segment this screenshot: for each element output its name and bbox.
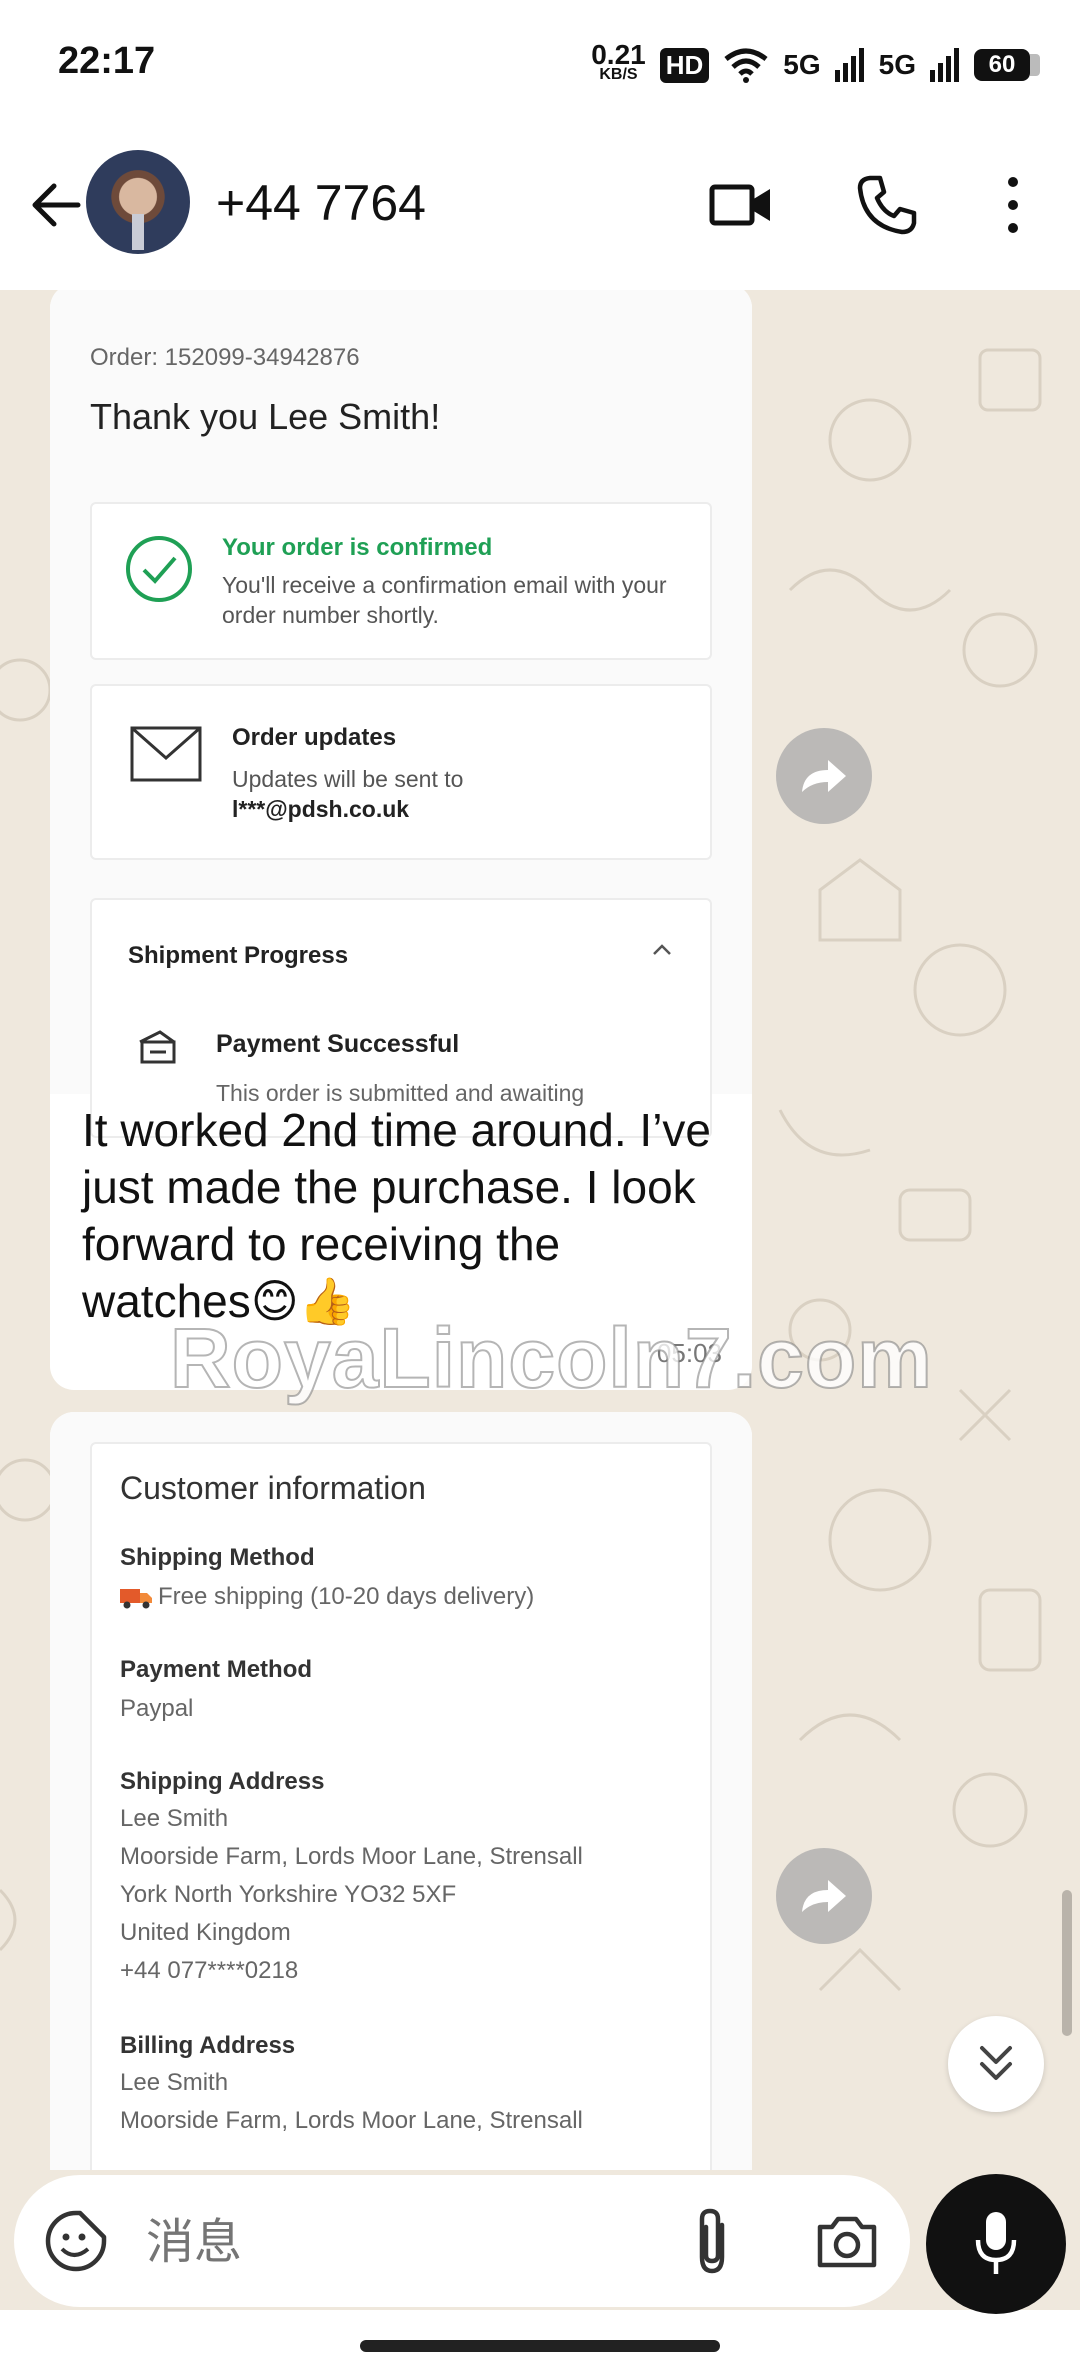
forward-button-1[interactable] (776, 728, 872, 824)
more-vert-icon[interactable] (978, 170, 1048, 240)
customer-info-screenshot[interactable]: Customer information Shipping Method Fre… (50, 1412, 752, 2180)
message-bubble-2[interactable]: Customer information Shipping Method Fre… (50, 1412, 752, 2180)
sticker-icon[interactable] (44, 2209, 108, 2273)
signal-1-label: 5G (783, 49, 821, 80)
microphone-icon (975, 2212, 1017, 2274)
message-input[interactable] (144, 2213, 628, 2271)
payment-method-value: Paypal (120, 1695, 194, 1722)
thank-you-text: Thank you Lee Smith! (90, 396, 441, 437)
shipping-address-line: Lee Smith (120, 1805, 229, 1832)
order-updates-email: l***@pdsh.co.uk (232, 796, 410, 822)
battery-level: 60 (974, 49, 1030, 81)
shipping-address-line: United Kingdom (120, 1919, 291, 1946)
network-speed: 0.21 KB/S (591, 39, 646, 85)
shipping-method-label: Shipping Method (120, 1544, 315, 1571)
order-confirmed-title: Your order is confirmed (222, 534, 493, 561)
phone-icon[interactable] (852, 170, 922, 240)
order-updates-text: Updates will be sent to l***@pdsh.co.uk (232, 766, 464, 822)
order-updates-card: Order updates Updates will be sent to l*… (90, 684, 712, 860)
chat-header: +44 7764 (0, 130, 1080, 290)
contact-avatar[interactable] (86, 150, 190, 254)
signal-2-label: 5G (878, 49, 916, 80)
payment-successful-title: Payment Successful (216, 1030, 460, 1058)
battery-icon: 60 (974, 49, 1040, 81)
status-time: 22:17 (58, 40, 156, 82)
forward-icon (802, 760, 846, 792)
double-chevron-down-icon (980, 2046, 1012, 2080)
network-speed-unit: KB/S (599, 66, 638, 83)
order-confirmed-card: Your order is confirmed You'll receive a… (90, 502, 712, 660)
order-updates-title: Order updates (232, 724, 397, 751)
chat-scrollbar[interactable] (1062, 1890, 1072, 2036)
back-arrow-icon[interactable] (22, 170, 92, 240)
customer-info-heading: Customer information (120, 1470, 426, 1506)
order-screenshot[interactable]: Order: 152099-34942876 Thank you Lee Smi… (50, 290, 752, 1138)
check-circle-icon (126, 536, 192, 602)
order-confirmed-text: You'll receive a confirmation email with… (222, 572, 667, 628)
message-input-bar (0, 2170, 1080, 2314)
contact-name[interactable]: +44 7764 (216, 174, 426, 232)
shipping-address-label: Shipping Address (120, 1768, 325, 1795)
billing-address-line: Lee Smith (120, 2069, 229, 2096)
billing-address: Lee Smith Moorside Farm, Lords Moor Lane… (120, 2064, 583, 2140)
hd-icon: HD (659, 47, 710, 83)
message-composer (14, 2175, 910, 2307)
wifi-icon (724, 48, 768, 83)
shipping-method-value: Free shipping (10-20 days delivery) (120, 1578, 534, 1616)
message-text-1: It worked 2nd time around. I’ve just mad… (82, 1104, 711, 1327)
payment-method-label: Payment Method (120, 1656, 313, 1683)
scroll-to-bottom-button[interactable] (948, 2016, 1044, 2112)
camera-icon[interactable] (814, 2211, 880, 2271)
mail-icon (130, 726, 202, 782)
billing-address-line: Moorside Farm, Lords Moor Lane, Strensal… (120, 2107, 583, 2134)
shipping-address-line: Moorside Farm, Lords Moor Lane, Strensal… (120, 1843, 583, 1870)
status-icons: 0.21 KB/S HD 5G 5G 60 (591, 40, 1040, 90)
forward-button-2[interactable] (776, 1848, 872, 1944)
signal-2-icon (930, 48, 959, 82)
chevron-up-icon (653, 944, 671, 955)
watermark: RoyaLincoln7.com (169, 1310, 933, 1406)
customer-info-card: Customer information Shipping Method Fre… (90, 1442, 712, 2180)
shipment-progress-title: Shipment Progress (128, 942, 349, 969)
truck-icon (120, 1588, 152, 1609)
payment-icon (139, 1030, 176, 1064)
shipping-address: Lee Smith Moorside Farm, Lords Moor Lane… (120, 1800, 583, 1990)
chat-area[interactable]: Order: 152099-34942876 Thank you Lee Smi… (0, 290, 1080, 2180)
network-speed-value: 0.21 (591, 39, 646, 70)
forward-icon (802, 1880, 846, 1912)
status-bar: 22:17 0.21 KB/S HD 5G 5G 60 (0, 0, 1080, 130)
message-bubble-1[interactable]: Order: 152099-34942876 Thank you Lee Smi… (50, 290, 752, 1390)
billing-address-label: Billing Address (120, 2032, 296, 2059)
signal-1-icon (834, 48, 864, 82)
shipping-address-line: York North Yorkshire YO32 5XF (120, 1881, 457, 1908)
home-indicator[interactable] (360, 2340, 720, 2352)
shipping-address-line: +44 077****0218 (120, 1957, 299, 1984)
voice-message-button[interactable] (926, 2174, 1066, 2314)
video-call-icon[interactable] (706, 170, 776, 240)
paperclip-icon[interactable] (682, 2205, 742, 2277)
order-number: Order: 152099-34942876 (90, 344, 360, 371)
